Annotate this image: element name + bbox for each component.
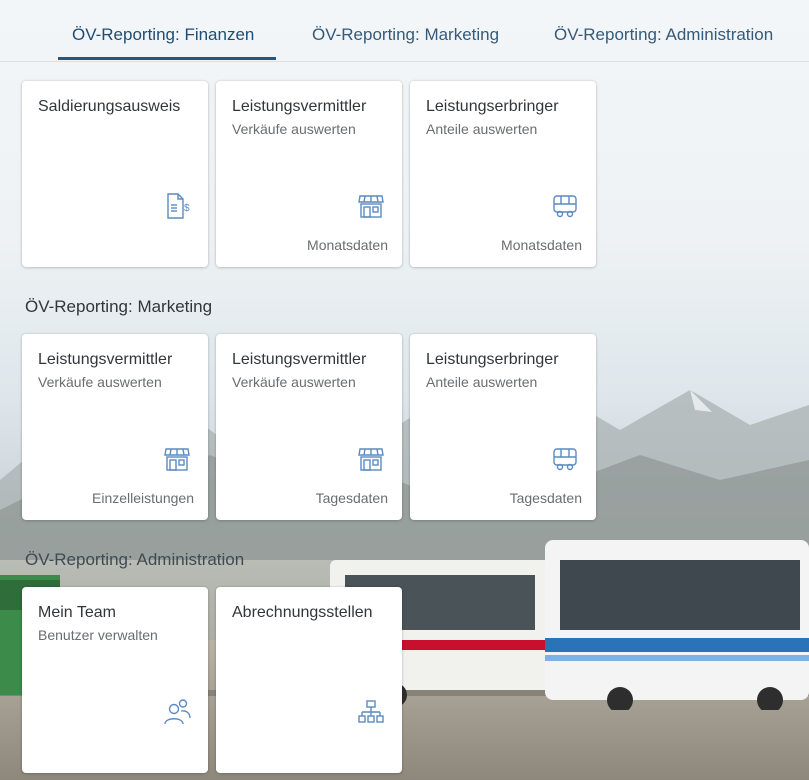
- tab-finanzen[interactable]: ÖV-Reporting: Finanzen: [72, 25, 254, 45]
- shop-icon: [354, 444, 388, 474]
- tile-title: Mein Team: [38, 604, 116, 621]
- tile-title: Leistungserbringer: [426, 351, 559, 368]
- section-title-administration: ÖV-Reporting: Administration: [25, 550, 245, 569]
- tile-footer: Tagesdaten: [509, 490, 582, 506]
- tab-bar: ÖV-Reporting: Finanzen ÖV-Reporting: Mar…: [0, 0, 809, 62]
- tile-title: Leistungsvermittler: [38, 351, 173, 368]
- tile-title: Leistungsvermittler: [232, 351, 367, 368]
- tile-subtitle: Benutzer verwalten: [38, 627, 158, 643]
- tile-subtitle: Anteile auswerten: [426, 121, 538, 137]
- bus-icon: [548, 444, 582, 474]
- invoice-dollar-icon: $: [160, 191, 194, 221]
- tile-subtitle: Verkäufe auswerten: [38, 374, 162, 390]
- shop-icon: [354, 191, 388, 221]
- tile-footer: Einzelleistungen: [92, 490, 194, 506]
- tile-abrechnungsstellen[interactable]: Abrechnungsstellen: [216, 587, 402, 773]
- tile-title: Leistungsvermittler: [232, 98, 367, 115]
- active-tab-indicator: [58, 57, 276, 60]
- tile-footer: Tagesdaten: [315, 490, 388, 506]
- group-icon: [160, 697, 194, 727]
- tile-saldierungsausweis[interactable]: Saldierungsausweis $: [22, 81, 208, 267]
- tile-footer: Monatsdaten: [307, 237, 388, 253]
- section-title-marketing: ÖV-Reporting: Marketing: [25, 297, 213, 316]
- tile-subtitle: Anteile auswerten: [426, 374, 538, 390]
- shop-icon: [160, 444, 194, 474]
- tile-subtitle: Verkäufe auswerten: [232, 121, 356, 137]
- tile-title: Abrechnungsstellen: [232, 604, 373, 621]
- tile-leistungsvermittler-tag[interactable]: Leistungsvermittler Verkäufe auswerten T…: [216, 334, 402, 520]
- tile-title: Saldierungsausweis: [38, 98, 181, 115]
- bus-icon: [548, 191, 582, 221]
- tile-leistungserbringer-monat[interactable]: Leistungserbringer Anteile auswerten Mon…: [410, 81, 596, 267]
- tab-administration[interactable]: ÖV-Reporting: Administration: [554, 25, 773, 45]
- tile-leistungserbringer-tag[interactable]: Leistungserbringer Anteile auswerten Tag…: [410, 334, 596, 520]
- tile-leistungsvermittler-monat[interactable]: Leistungsvermittler Verkäufe auswerten M…: [216, 81, 402, 267]
- svg-text:$: $: [184, 203, 190, 214]
- tab-marketing[interactable]: ÖV-Reporting: Marketing: [312, 25, 499, 45]
- tile-mein-team[interactable]: Mein Team Benutzer verwalten: [22, 587, 208, 773]
- tile-subtitle: Verkäufe auswerten: [232, 374, 356, 390]
- tile-leistungsvermittler-einzel[interactable]: Leistungsvermittler Verkäufe auswerten E…: [22, 334, 208, 520]
- tile-footer: Monatsdaten: [501, 237, 582, 253]
- tile-title: Leistungserbringer: [426, 98, 559, 115]
- org-chart-icon: [354, 697, 388, 727]
